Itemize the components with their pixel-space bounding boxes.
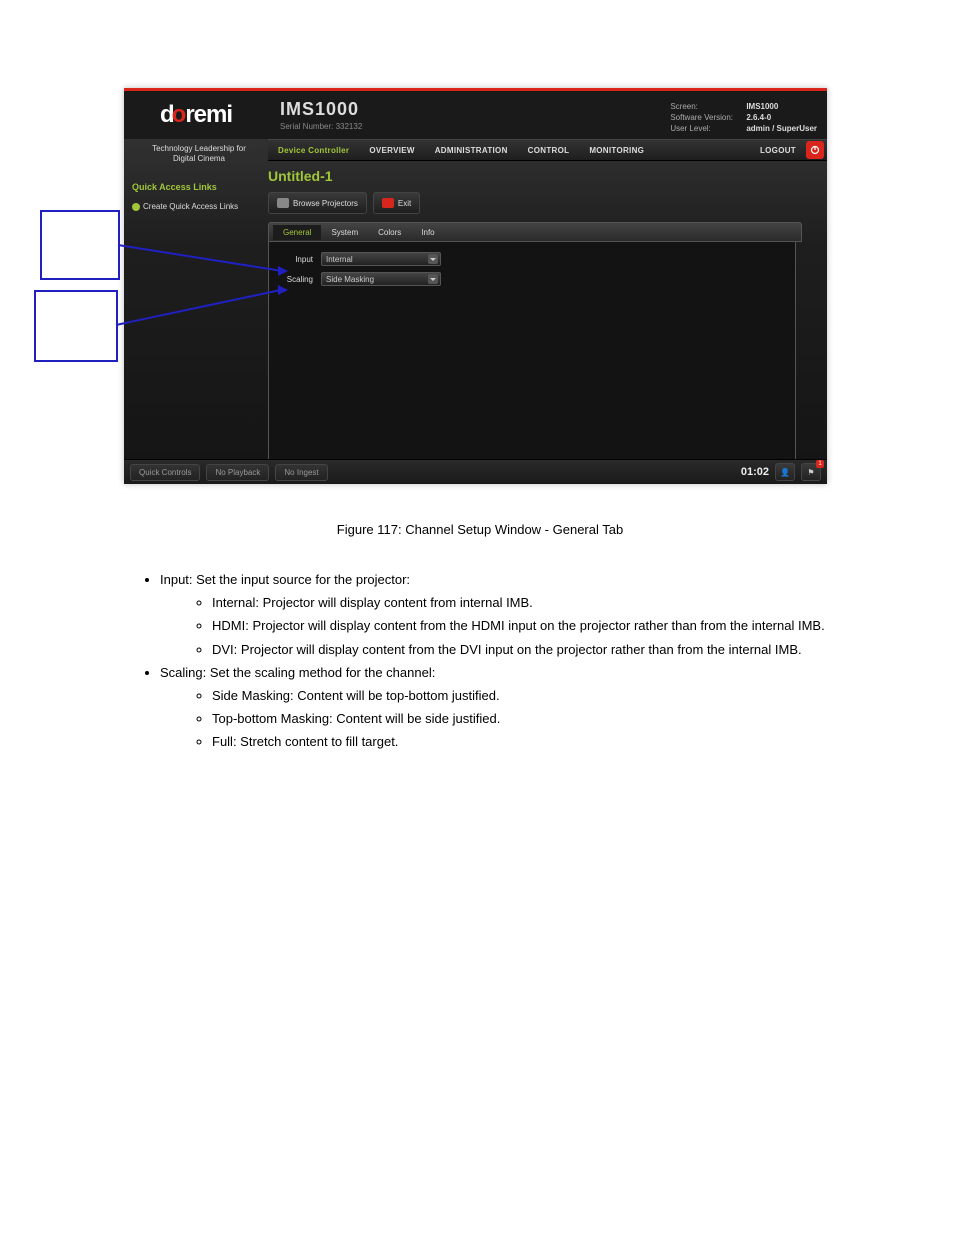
product-title: IMS1000	[280, 99, 480, 120]
nav-monitoring[interactable]: MONITORING	[579, 146, 654, 155]
tab-info[interactable]: Info	[411, 225, 444, 240]
logo-o: o	[172, 101, 186, 129]
nav-overview[interactable]: OVERVIEW	[359, 146, 424, 155]
toolbar: Browse Projectors Exit	[268, 192, 817, 214]
dropdown-arrow-icon	[428, 254, 438, 264]
exit-icon	[382, 198, 394, 208]
scaling-dropdown-value: Side Masking	[326, 275, 374, 284]
doc-scaling-item: Scaling: Set the scaling method for the …	[160, 663, 840, 753]
footer-quick-controls[interactable]: Quick Controls	[130, 464, 200, 481]
product-block: IMS1000 Serial Number: 332132	[268, 91, 480, 139]
doc-scaling-text: Scaling: Set the scaling method for the …	[160, 665, 435, 680]
footer-time: 01:02	[741, 466, 769, 478]
dropdown-arrow-icon	[428, 274, 438, 284]
logo: doremi	[124, 91, 268, 139]
nav-administration[interactable]: ADMINISTRATION	[425, 146, 518, 155]
doc-input-hdmi: HDMI: Projector will display content fro…	[212, 616, 840, 636]
tab-strip: General System Colors Info	[268, 222, 802, 242]
app-window: doremi IMS1000 Serial Number: 332132 Scr…	[124, 88, 827, 484]
tagline: Technology Leadership for Digital Cinema	[144, 144, 254, 165]
power-icon	[810, 145, 820, 155]
doc-scaling-topbottom: Top-bottom Masking: Content will be side…	[212, 709, 840, 729]
arrowhead-scaling	[278, 285, 293, 295]
callout-box-input	[40, 210, 120, 280]
footer-notifications[interactable]: ⚑ 1	[801, 463, 821, 481]
doc-input-text: Input: Set the input source for the proj…	[160, 572, 410, 587]
meta-screen-value: IMS1000	[746, 101, 778, 112]
nav-device-controller[interactable]: Device Controller	[268, 146, 359, 155]
notification-badge: 1	[816, 460, 824, 468]
input-dropdown[interactable]: Internal	[321, 252, 441, 266]
header-meta: Screen:IMS1000 Software Version:2.6.4-0 …	[670, 101, 817, 135]
input-label: Input	[281, 255, 313, 264]
input-row: Input Internal	[281, 252, 783, 266]
meta-screen-label: Screen:	[670, 101, 740, 112]
product-serial: Serial Number: 332132	[280, 122, 480, 131]
exit-button[interactable]: Exit	[373, 192, 420, 214]
power-button[interactable]	[806, 141, 824, 159]
meta-userlevel-value: admin / SuperUser	[746, 123, 817, 134]
create-quick-access-link[interactable]: Create Quick Access Links	[132, 202, 262, 211]
scaling-dropdown[interactable]: Side Masking	[321, 272, 441, 286]
logo-remi: remi	[185, 101, 232, 129]
tab-system[interactable]: System	[321, 225, 368, 240]
nav-control[interactable]: CONTROL	[518, 146, 580, 155]
app-header: doremi IMS1000 Serial Number: 332132 Scr…	[124, 91, 827, 139]
footer-user-icon[interactable]: 👤	[775, 463, 795, 481]
tab-general[interactable]: General	[273, 225, 321, 240]
doc-scaling-side: Side Masking: Content will be top-bottom…	[212, 686, 840, 706]
scaling-row: Scaling Side Masking	[281, 272, 783, 286]
input-dropdown-value: Internal	[326, 255, 353, 264]
navbar: Device Controller OVERVIEW ADMINISTRATIO…	[268, 139, 827, 161]
browse-projectors-label: Browse Projectors	[293, 199, 358, 208]
link-bullet-icon	[132, 203, 140, 211]
main-content: Untitled-1 Browse Projectors Exit Genera…	[268, 168, 817, 454]
general-panel: Input Internal Scaling Side Masking	[268, 242, 796, 478]
footer-no-playback[interactable]: No Playback	[206, 464, 269, 481]
page-title: Untitled-1	[268, 168, 817, 184]
projector-icon	[277, 198, 289, 208]
meta-version-label: Software Version:	[670, 112, 740, 123]
tab-colors[interactable]: Colors	[368, 225, 411, 240]
quick-access-title: Quick Access Links	[132, 182, 262, 192]
flag-icon: ⚑	[807, 468, 814, 477]
doc-input-dvi: DVI: Projector will display content from…	[212, 640, 840, 660]
doc-input-item: Input: Set the input source for the proj…	[160, 570, 840, 660]
exit-label: Exit	[398, 199, 411, 208]
doc-input-internal: Internal: Projector will display content…	[212, 593, 840, 613]
create-quick-access-label: Create Quick Access Links	[143, 202, 238, 211]
footer-no-ingest[interactable]: No Ingest	[275, 464, 327, 481]
sidebar: Quick Access Links Create Quick Access L…	[132, 182, 262, 211]
arrowhead-input	[278, 266, 293, 276]
user-icon: 👤	[780, 468, 790, 477]
nav-logout[interactable]: LOGOUT	[750, 146, 806, 155]
figure-caption: Figure 117: Channel Setup Window - Gener…	[120, 520, 840, 540]
meta-version-value: 2.6.4-0	[746, 112, 771, 123]
meta-userlevel-label: User Level:	[670, 123, 740, 134]
footer: Quick Controls No Playback No Ingest 01:…	[124, 459, 827, 484]
browse-projectors-button[interactable]: Browse Projectors	[268, 192, 367, 214]
doc-scaling-full: Full: Stretch content to fill target.	[212, 732, 840, 752]
document-body: Figure 117: Channel Setup Window - Gener…	[120, 520, 840, 755]
callout-box-scaling	[34, 290, 118, 362]
